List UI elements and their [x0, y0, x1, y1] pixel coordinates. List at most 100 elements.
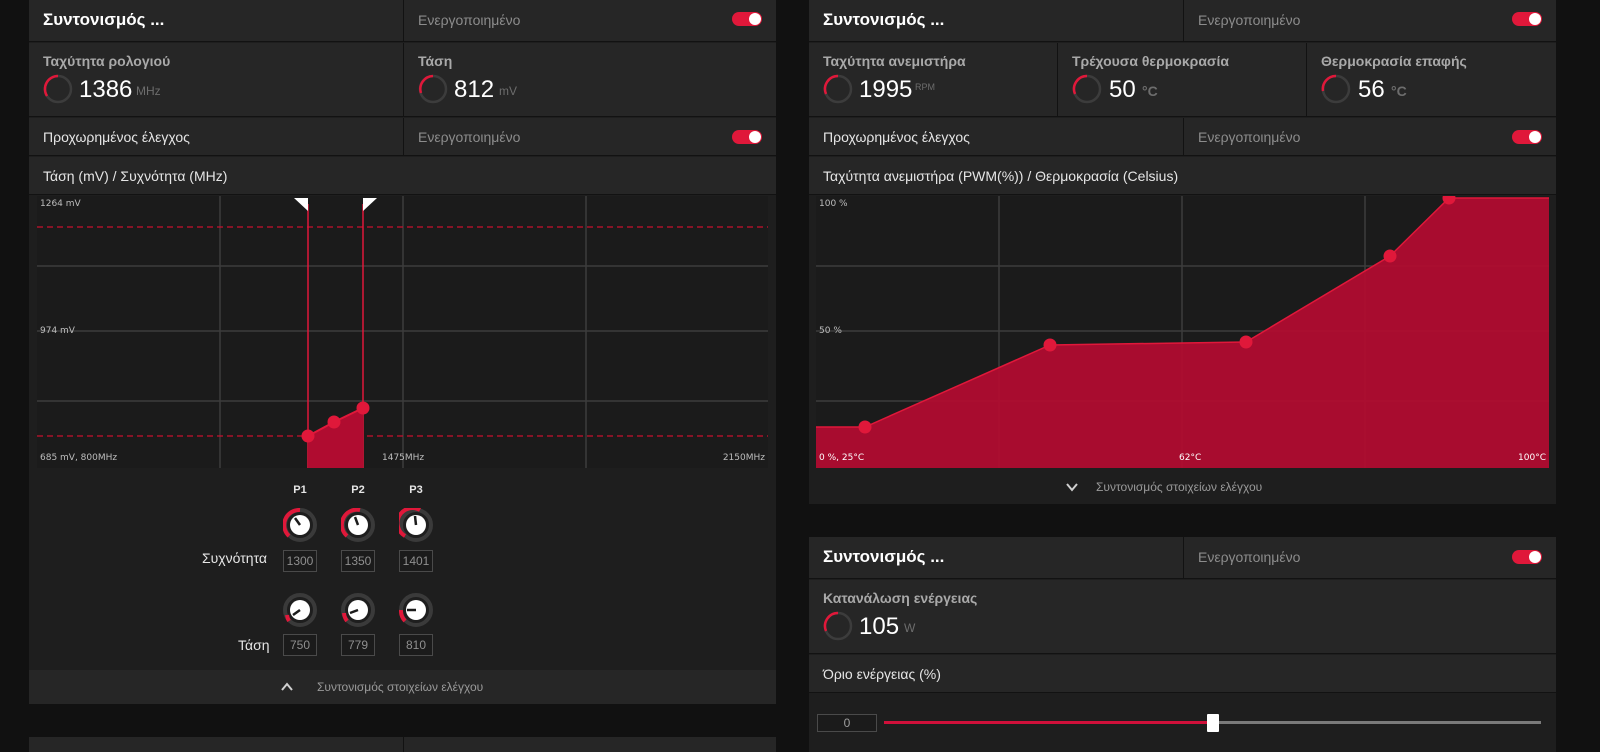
x-axis-mid-label: 1475MHz: [382, 453, 424, 463]
p3-frequency-field[interactable]: 1401: [399, 550, 433, 572]
junction-temp-unit: °C: [1391, 83, 1407, 99]
y-axis-mid-label: 50 %: [819, 326, 842, 336]
x-axis-left-label: 0 %, 25°C: [819, 453, 864, 463]
advanced-state-label: Ενεργοποιημένο: [418, 129, 521, 145]
panel-title: Συντονισμός ...: [823, 10, 945, 29]
current-temp-label: Τρέχουσα θερμοκρασία: [1072, 53, 1229, 69]
current-temp-gauge-icon: [1072, 74, 1102, 104]
panel-header: Συντονισμός ... Ενεργοποιημένο: [29, 0, 776, 42]
voltage-frequency-graph[interactable]: 1264 mV 974 mV 685 mV, 800MHz 1475MHz 21…: [37, 196, 768, 468]
p3-voltage-field[interactable]: 810: [399, 634, 433, 656]
graph-title: Ταχύτητα ανεμιστήρα (PWM(%)) / Θερμοκρασ…: [823, 168, 1179, 184]
fan-speed-label: Ταχύτητα ανεμιστήρα: [823, 53, 966, 69]
fan-point-1: [858, 420, 872, 434]
p2-point: [327, 415, 341, 429]
next-panel-header: [29, 737, 776, 752]
y-axis-top-label: 100 %: [819, 199, 848, 209]
chevron-down-icon: [1066, 483, 1078, 492]
voltage-unit: mV: [499, 84, 517, 98]
advanced-control-toggle[interactable]: [732, 130, 762, 144]
power-gauge-icon: [823, 611, 853, 641]
advanced-control-label: Προχωρημένος έλεγχος: [43, 129, 190, 145]
tuning-controls-footer[interactable]: Συντονισμός στοιχείων ελέγχου: [29, 670, 776, 704]
current-temp-unit: °C: [1142, 83, 1158, 99]
tuning-toggle[interactable]: [732, 12, 762, 26]
voltage-row-label: Τάση: [238, 637, 270, 653]
current-temp-value: 50: [1109, 76, 1136, 103]
y-axis-top-label: 1264 mV: [40, 199, 82, 209]
panel-title: Συντονισμός ...: [823, 547, 945, 566]
p1-frequency-knob[interactable]: [283, 508, 317, 542]
p1-frequency-field[interactable]: 1300: [283, 550, 317, 572]
p1-voltage-field[interactable]: 750: [283, 634, 317, 656]
metrics-row: Ταχύτητα ρολογιού 1386 MHz Τάση 812 mV: [29, 43, 776, 117]
metrics-row: Κατανάλωση ενέργειας 105 W: [809, 580, 1556, 654]
clock-speed-unit: MHz: [136, 84, 161, 98]
fan-point-2: [1043, 338, 1057, 352]
p2-voltage-field[interactable]: 779: [341, 634, 375, 656]
p1-point: [301, 429, 315, 443]
power-tuning-toggle[interactable]: [1512, 550, 1542, 564]
clock-speed-value: 1386: [79, 76, 133, 103]
x-axis-right-label: 100°C: [1518, 453, 1546, 463]
voltage-value: 812: [454, 76, 495, 103]
power-limit-slider-thumb[interactable]: [1206, 714, 1219, 732]
fan-speed-gauge-icon: [823, 74, 853, 104]
chevron-up-icon: [281, 682, 293, 691]
tuning-controls-link[interactable]: Συντονισμός στοιχείων ελέγχου: [1096, 470, 1262, 504]
power-limit-label: Όριο ενέργειας (%): [823, 666, 941, 682]
graph-title-row: Ταχύτητα ανεμιστήρα (PWM(%)) / Θερμοκρασ…: [809, 157, 1556, 195]
y-axis-mid-label: 974 mV: [40, 326, 76, 336]
voltage-label: Τάση: [418, 53, 453, 69]
graph-title: Τάση (mV) / Συχνότητα (MHz): [43, 168, 228, 184]
x-axis-left-label: 685 mV, 800MHz: [40, 453, 117, 463]
p3-voltage-knob[interactable]: [399, 593, 433, 627]
clock-gauge-icon: [43, 74, 73, 104]
power-limit-slider-fill: [884, 721, 1213, 724]
tuning-controls-footer[interactable]: Συντονισμός στοιχείων ελέγχου: [809, 470, 1556, 504]
p3-point: [356, 401, 370, 415]
p1-label: P1: [293, 484, 307, 496]
frequency-row-label: Συχνότητα: [202, 550, 267, 566]
fan-speed-value: 1995: [859, 76, 913, 103]
junction-temp-value: 56: [1358, 76, 1385, 103]
p2-frequency-field[interactable]: 1350: [341, 550, 375, 572]
graph-title-row: Τάση (mV) / Συχνότητα (MHz): [29, 157, 776, 195]
p2-frequency-knob[interactable]: [341, 508, 375, 542]
x-axis-mid-label: 62°C: [1179, 453, 1201, 463]
fan-speed-unit: RPM: [915, 82, 935, 92]
p2-voltage-knob[interactable]: [341, 593, 375, 627]
gpu-tuning-panel: Συντονισμός ... Ενεργοποιημένο Ταχύτητα …: [29, 0, 776, 704]
power-consumption-unit: W: [904, 621, 916, 635]
fan-tuning-toggle[interactable]: [1512, 12, 1542, 26]
power-tuning-panel: Συντονισμός ... Ενεργοποιημένο Κατανάλωσ…: [809, 537, 1556, 752]
p3-frequency-knob[interactable]: [399, 508, 433, 542]
panel-header: Συντονισμός ... Ενεργοποιημένο: [809, 537, 1556, 579]
p3-label: P3: [409, 484, 423, 496]
advanced-control-label: Προχωρημένος έλεγχος: [823, 129, 970, 145]
advanced-state-label: Ενεργοποιημένο: [1198, 129, 1301, 145]
panel-header: Συντονισμός ... Ενεργοποιημένο: [809, 0, 1556, 42]
fan-tuning-panel: Συντονισμός ... Ενεργοποιημένο Ταχύτητα …: [809, 0, 1556, 504]
advanced-control-toggle[interactable]: [1512, 130, 1542, 144]
voltage-gauge-icon: [418, 74, 448, 104]
advanced-control-row: Προχωρημένος έλεγχος Ενεργοποιημένο: [29, 118, 776, 156]
p2-label: P2: [351, 484, 365, 496]
advanced-control-row: Προχωρημένος έλεγχος Ενεργοποιημένο: [809, 118, 1556, 156]
fan-point-4: [1383, 249, 1397, 263]
min-freq-handle-icon: [294, 198, 308, 211]
p1-voltage-knob[interactable]: [283, 593, 317, 627]
fan-point-3: [1239, 335, 1253, 349]
x-axis-right-label: 2150MHz: [723, 453, 765, 463]
junction-temp-label: Θερμοκρασία επαφής: [1321, 53, 1467, 69]
power-limit-row: Όριο ενέργειας (%): [809, 655, 1556, 693]
power-consumption-label: Κατανάλωση ενέργειας: [823, 590, 978, 606]
tuning-state-label: Ενεργοποιημένο: [418, 12, 521, 28]
tuning-controls-link[interactable]: Συντονισμός στοιχείων ελέγχου: [317, 670, 483, 704]
max-freq-handle-icon: [363, 198, 377, 211]
power-consumption-value: 105: [859, 613, 900, 640]
fan-curve-graph[interactable]: 100 % 50 % 0 %, 25°C 62°C 100°C: [816, 196, 1549, 468]
power-limit-input[interactable]: 0: [817, 714, 877, 732]
tuning-state-label: Ενεργοποιημένο: [1198, 549, 1301, 565]
metrics-row: Ταχύτητα ανεμιστήρα 1995 RPM Τρέχουσα θε…: [809, 43, 1556, 117]
